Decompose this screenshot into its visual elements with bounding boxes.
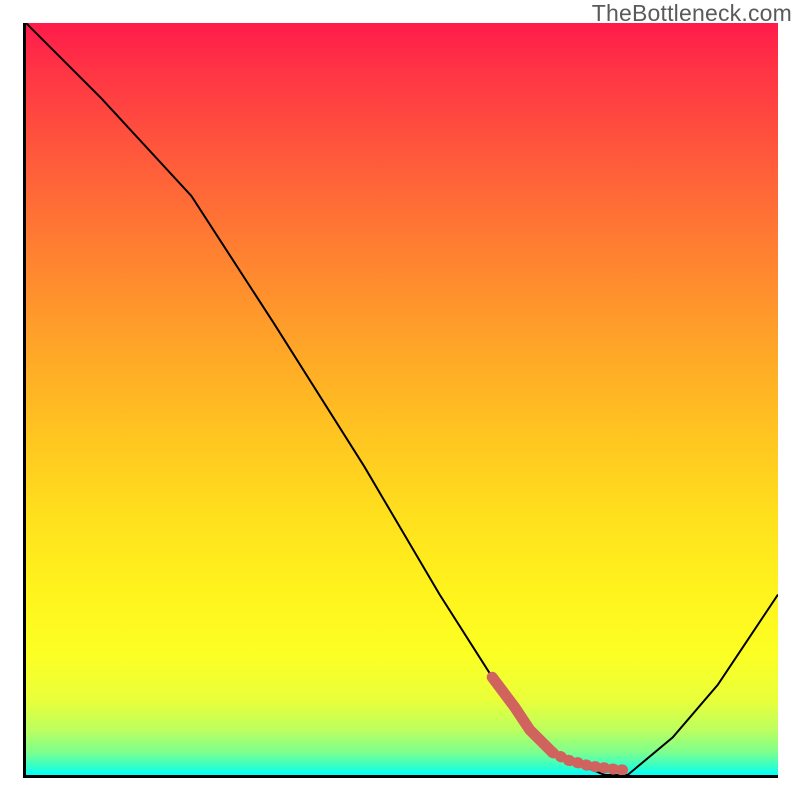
chart-svg (26, 23, 778, 775)
plot-area (23, 23, 778, 778)
highlight-path-lead (492, 677, 552, 752)
chart-frame: TheBottleneck.com (0, 0, 800, 800)
curve-path (26, 23, 778, 775)
highlight-path (552, 752, 627, 770)
